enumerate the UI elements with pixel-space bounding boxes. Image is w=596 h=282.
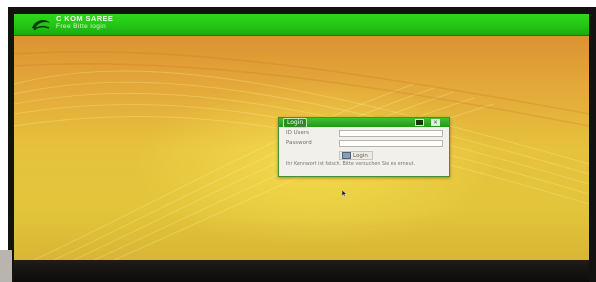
minimize-icon[interactable] [415, 119, 424, 126]
brand-line-2: Free Bitte login [56, 23, 107, 30]
login-button-label: Login [353, 153, 368, 159]
password-label: Password [286, 140, 312, 146]
dialog-title: Login [283, 118, 308, 128]
login-dialog: Login × ID Users Password Login Ihr Kenn… [278, 117, 450, 177]
dialog-titlebar[interactable]: Login × [279, 118, 449, 128]
desktop-screen: C KOM SAREE Free Bitte login Login × ID … [14, 14, 589, 260]
user-label: ID Users [286, 130, 310, 136]
close-icon[interactable]: × [431, 119, 440, 126]
password-input[interactable] [339, 140, 443, 147]
status-message: Ihr Kennwort ist falsch. Bitte versuchen… [286, 162, 416, 167]
brand-swoosh-icon [32, 20, 50, 31]
brand-text: C KOM SAREE Free Bitte login [56, 15, 113, 31]
keyboard-icon [342, 152, 351, 159]
user-input[interactable] [339, 130, 443, 137]
login-button[interactable]: Login [339, 151, 373, 160]
mouse-pointer-icon [342, 190, 348, 197]
brand-line-1: C KOM SAREE [56, 14, 114, 23]
monitor-bottom-edge [14, 260, 589, 282]
room-reflection [0, 250, 12, 282]
top-banner: C KOM SAREE Free Bitte login [14, 14, 589, 36]
